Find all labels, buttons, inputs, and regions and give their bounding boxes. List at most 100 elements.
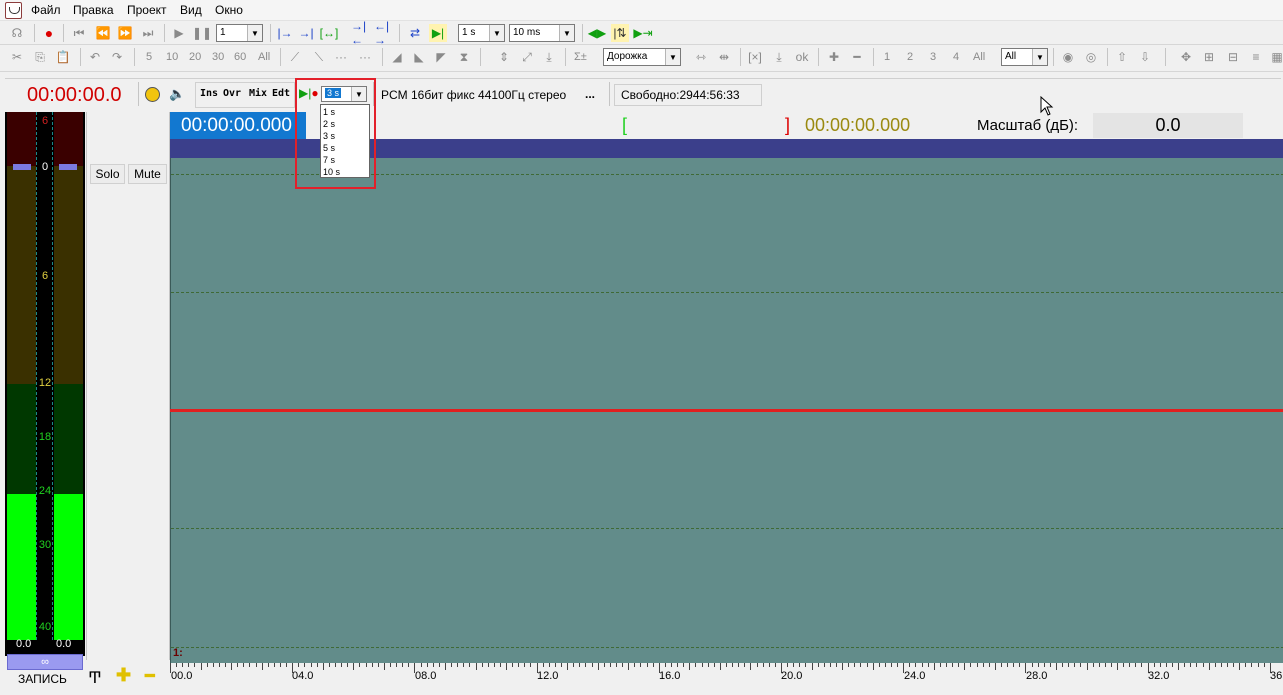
remove-icon[interactable]: ━ — [848, 48, 866, 66]
zoom-combo[interactable]: 1 ▼ — [216, 24, 263, 42]
ruler-tick — [194, 663, 196, 667]
channel-all[interactable]: All — [973, 51, 985, 63]
mode-mix[interactable]: Mix — [249, 88, 267, 99]
add-icon[interactable]: ✚ — [825, 48, 843, 66]
go-start-button[interactable]: ⏮ — [70, 24, 88, 42]
ruler-tick — [842, 663, 844, 670]
marker-right-icon[interactable]: ←|→ — [374, 19, 392, 47]
join-icon[interactable]: ⇹ — [715, 48, 733, 66]
sigma-button[interactable]: Σ± — [574, 51, 587, 63]
redo-icon[interactable]: ↷ — [108, 48, 126, 66]
scroll-both-icon[interactable]: ◀▶ — [588, 24, 606, 42]
go-end-button[interactable]: ⏭ — [139, 24, 157, 42]
channel-1[interactable]: 1 — [884, 51, 890, 63]
go-sel-end-icon[interactable]: →| — [297, 24, 315, 42]
go-sel-start-icon[interactable]: |→ — [276, 24, 294, 42]
ruler-tick — [762, 663, 764, 667]
move-up-icon[interactable]: ⇧ — [1113, 48, 1131, 66]
menu-file[interactable]: Файл — [31, 3, 61, 17]
split-vertical-icon[interactable]: ⇿ — [692, 48, 710, 66]
eye-off-icon[interactable]: ◎ — [1082, 48, 1100, 66]
move-down-icon[interactable]: ⇩ — [1136, 48, 1154, 66]
zoom-all[interactable]: All — [258, 51, 270, 63]
ok-icon[interactable]: ok — [793, 48, 811, 66]
follow-cursor-icon[interactable]: |⇅ — [611, 24, 629, 42]
cut-icon[interactable]: ✂ — [8, 48, 26, 66]
tracks-icon[interactable]: ≡ — [1247, 48, 1265, 66]
vu-meter: 6 0 6 12 18 24 30 40 0.0 0.0 ∞ — [5, 112, 85, 670]
crop-icon[interactable]: [×] — [746, 48, 764, 66]
channel-2[interactable]: 2 — [907, 51, 913, 63]
rewind-button[interactable]: ⏪ — [94, 24, 112, 42]
dots-icon[interactable]: ··· — [356, 48, 374, 66]
app-icon[interactable] — [5, 2, 22, 19]
plugin-icon[interactable]: ✥ — [1177, 48, 1195, 66]
loop-icon[interactable]: ⇄ — [406, 24, 424, 42]
monitor-icon[interactable]: ☊ — [8, 24, 26, 42]
ruler-tick — [866, 663, 868, 667]
link-channels-icon[interactable]: ∞ — [7, 654, 83, 670]
zoom-20[interactable]: 20 — [189, 51, 201, 63]
amplify-icon[interactable]: ◣ — [410, 48, 428, 66]
normalize-icon[interactable]: ◢ — [388, 48, 406, 66]
menu-project[interactable]: Проект — [127, 3, 167, 17]
forward-button[interactable]: ⏩ — [116, 24, 134, 42]
mode-ovr[interactable]: Ovr — [223, 88, 241, 99]
channel-4[interactable]: 4 — [953, 51, 959, 63]
zoom-10[interactable]: 10 — [166, 51, 178, 63]
menu-edit[interactable]: Правка — [73, 3, 114, 17]
ruler-tick — [976, 663, 978, 667]
fade-in-icon[interactable]: ⟋ — [286, 48, 304, 66]
pause-button[interactable]: ❚❚ — [192, 24, 212, 42]
step-combo[interactable]: 10 ms ▼ — [509, 24, 575, 42]
grid-icon[interactable]: ▦ — [1268, 48, 1283, 66]
auto-scroll-icon[interactable]: ▶⇥ — [633, 24, 652, 42]
play-loop-icon[interactable]: ▶| — [429, 24, 447, 42]
ruler-tick — [1196, 663, 1198, 667]
silence-icon[interactable]: ··· — [332, 48, 350, 66]
track-mode-combo[interactable]: Дорожка ▼ — [603, 48, 681, 66]
ruler-tick — [597, 663, 599, 670]
mute-button[interactable]: Mute — [128, 164, 167, 184]
zoom-30[interactable]: 30 — [212, 51, 224, 63]
text-tool-icon[interactable]: Ͳ — [88, 668, 102, 688]
tree-icon[interactable]: ⊟ — [1224, 48, 1242, 66]
time-ruler[interactable]: 00.0 04.0 08.0 12.0 16.0 20.0 24.0 28.0 … — [170, 663, 1283, 695]
record-button[interactable]: ● — [40, 24, 58, 42]
envelope-icon[interactable]: ⧗ — [455, 48, 473, 66]
remove-track-icon[interactable]: ━ — [145, 666, 155, 686]
menu-window[interactable]: Окно — [215, 3, 243, 17]
insert-down-icon[interactable]: ⤓ — [770, 48, 788, 66]
paste-icon[interactable]: 📋 — [54, 48, 72, 66]
select-region-icon[interactable]: [↔] — [320, 24, 339, 42]
ruler-tick — [463, 663, 465, 667]
fit-height-icon[interactable]: ⤢ — [518, 48, 536, 66]
scale-value[interactable]: 0.0 — [1093, 113, 1243, 138]
zoom-5[interactable]: 5 — [146, 51, 152, 63]
add-track-icon[interactable]: ✚ — [116, 665, 131, 686]
mode-ins[interactable]: Ins — [200, 88, 218, 99]
eye-icon[interactable]: ◉ — [1059, 48, 1077, 66]
speaker-icon[interactable]: 🔈 — [169, 86, 185, 102]
marker-left-icon[interactable]: →|← — [351, 19, 369, 47]
fade-out-icon[interactable]: ⟍ — [310, 48, 328, 66]
ruler-tick — [1037, 663, 1039, 667]
copy-icon[interactable]: ⎘ — [31, 48, 49, 66]
align-bottom-icon[interactable]: ⤓ — [540, 48, 558, 66]
layout-icon[interactable]: ⊞ — [1200, 48, 1218, 66]
monitor-level-icon[interactable] — [145, 87, 160, 102]
play-button[interactable]: ▶ — [170, 24, 188, 42]
snap-combo[interactable]: 1 s ▼ — [458, 24, 505, 42]
format-more-button[interactable]: ... — [585, 87, 595, 101]
vertical-fit-icon[interactable]: ⇕ — [495, 48, 513, 66]
solo-button[interactable]: Solo — [90, 164, 125, 184]
menu-view[interactable]: Вид — [180, 3, 202, 17]
zoom-60[interactable]: 60 — [234, 51, 246, 63]
channel-3[interactable]: 3 — [930, 51, 936, 63]
undo-icon[interactable]: ↶ — [86, 48, 104, 66]
fade-curve-icon[interactable]: ◤ — [432, 48, 450, 66]
mode-edt[interactable]: Edt — [272, 88, 290, 99]
ruler-tick — [1190, 663, 1192, 667]
free-space: Свободно:2944:56:33 — [621, 88, 740, 102]
channel-combo[interactable]: All ▼ — [1001, 48, 1048, 66]
